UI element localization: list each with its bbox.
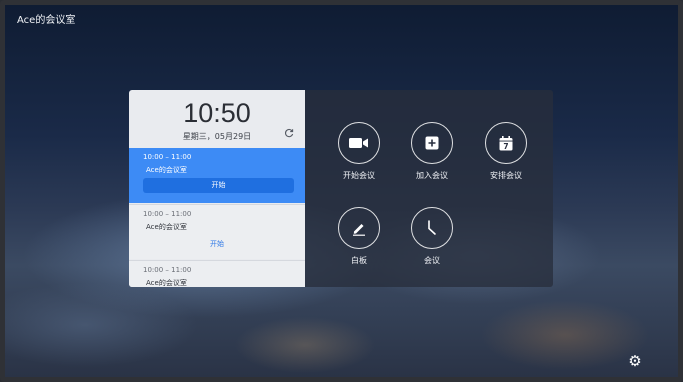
room-title: Ace的会议室 [17,15,76,26]
pencil-icon [338,207,380,249]
plus-square-icon [411,122,453,164]
gear-icon[interactable]: ⚙ [627,353,643,369]
calendar-day: 7 [503,142,508,151]
schedule-meeting-action[interactable]: 7 安排会议 [476,122,536,181]
meetings-action[interactable]: 会议 [402,207,462,266]
meetings-label: 会议 [424,256,440,265]
meeting-item-active[interactable]: 10:00 – 11:00 Ace的会议室 开始 [129,148,305,203]
desktop-background: Ace的会议室 10:50 星期三，05月29日 10:00 – 11:00 A… [0,0,683,382]
meeting-time: 10:00 – 11:00 [143,153,192,161]
clock-time: 10:50 [183,98,251,128]
join-meeting-label: 加入会议 [416,171,448,180]
start-meeting-button[interactable]: 开始 [143,178,294,193]
schedule-meeting-label: 安排会议 [490,171,522,180]
clock-date: 星期三，05月29日 [182,132,252,141]
video-camera-icon [338,122,380,164]
start-meeting-action[interactable]: 开始会议 [329,122,389,181]
actions-panel: 开始会议 加入会议 7 安排会议 白板 会议 [305,90,553,287]
clock-icon [411,207,453,249]
schedule-panel: 10:50 星期三，05月29日 10:00 – 11:00 Ace的会议室 开… [129,90,305,287]
whiteboard-label: 白板 [351,256,367,265]
meeting-item[interactable]: 10:00 – 11:00 Ace的会议室 开始 [129,204,305,259]
join-meeting-action[interactable]: 加入会议 [402,122,462,181]
meeting-name: Ace的会议室 [146,166,187,174]
meeting-name: Ace的会议室 [146,279,187,287]
start-meeting-link[interactable]: 开始 [129,239,305,249]
whiteboard-action[interactable]: 白板 [329,207,389,266]
calendar-icon: 7 [485,122,527,164]
start-meeting-label: 开始会议 [343,171,375,180]
meeting-item[interactable]: 10:00 – 11:00 Ace的会议室 [129,260,305,287]
meeting-name: Ace的会议室 [146,223,187,231]
meeting-time: 10:00 – 11:00 [143,210,192,218]
meeting-time: 10:00 – 11:00 [143,266,192,274]
refresh-icon[interactable] [283,128,295,140]
